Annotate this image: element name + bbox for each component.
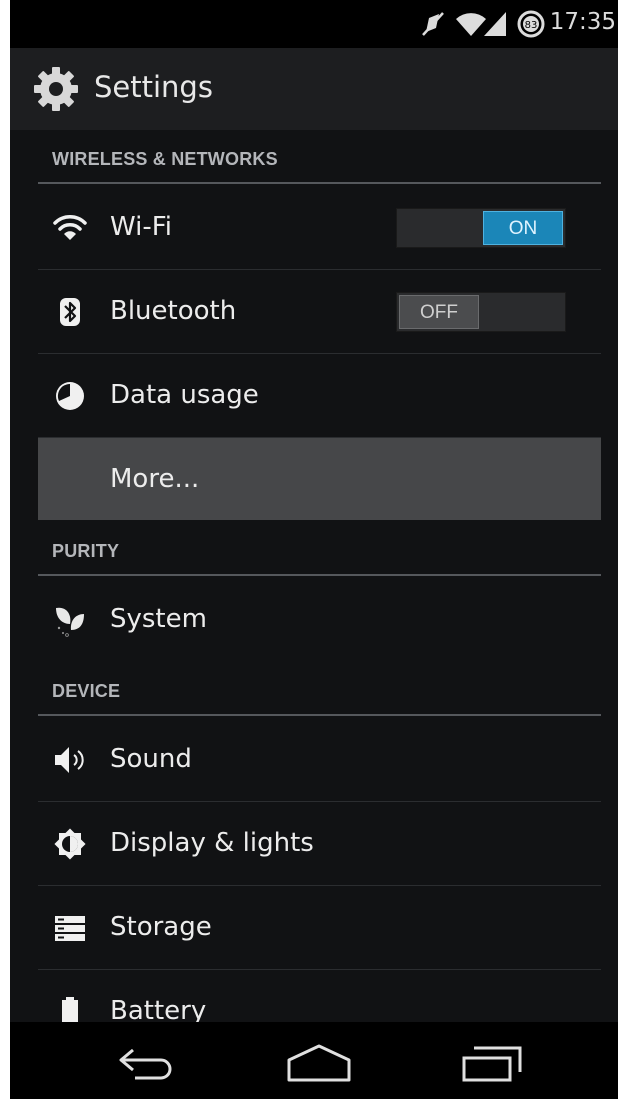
section-title: PURITY [52,541,120,561]
section-divider [38,182,601,184]
home-button-icon[interactable] [284,1040,354,1084]
storage-icon [55,916,85,941]
settings-item-label: Storage [110,912,212,942]
settings-item-wifi[interactable]: Wi-Fi ON [38,186,601,270]
settings-item-label: Wi-Fi [110,212,173,242]
muted-icon [422,12,444,36]
settings-item-label: System [110,604,207,634]
toggle-state: OFF [399,295,479,329]
data-usage-icon [56,382,84,410]
status-time: 17:35 [549,9,616,35]
phone-screen: 83 17:35 Settings WIRELESS & NETWORKS Wi… [10,0,618,1099]
bluetooth-toggle[interactable]: OFF [396,292,566,332]
leaf-icon [56,607,84,637]
settings-item-sound[interactable]: Sound [38,718,601,802]
settings-gear-icon[interactable] [32,65,80,113]
wifi-toggle[interactable]: ON [396,208,566,248]
toggle-state: ON [483,211,563,245]
settings-item-data-usage[interactable]: Data usage [38,354,601,438]
status-bar: 83 17:35 [10,0,618,48]
section-header-device: DEVICE [38,662,601,716]
settings-item-label: More... [110,464,200,494]
section-header-purity: PURITY [38,522,601,576]
section-divider [38,574,601,576]
settings-list: WIRELESS & NETWORKS Wi-Fi ON Bluetooth O… [10,130,618,1028]
speaker-icon [55,747,84,773]
back-button-icon[interactable] [113,1040,183,1084]
settings-item-system[interactable]: System [38,578,601,662]
settings-item-storage[interactable]: Storage [38,886,601,970]
wifi-icon [53,215,87,240]
page-title: Settings [94,70,213,104]
bluetooth-icon [60,298,80,326]
cell-signal-icon [484,12,506,36]
settings-item-label: Data usage [110,380,259,410]
svg-text:83: 83 [525,20,538,31]
section-title: DEVICE [52,681,121,701]
action-bar: Settings [10,48,618,130]
settings-item-bluetooth[interactable]: Bluetooth OFF [38,270,601,354]
recents-button-icon[interactable] [456,1040,526,1084]
settings-item-label: Display & lights [110,828,314,858]
settings-item-label: Bluetooth [110,296,237,326]
settings-item-display[interactable]: Display & lights [38,802,601,886]
settings-item-more[interactable]: More... [38,438,601,520]
settings-item-label: Sound [110,744,192,774]
battery-icon: 83 [517,10,545,38]
section-header-wireless: WIRELESS & NETWORKS [38,130,601,184]
section-title: WIRELESS & NETWORKS [52,149,278,169]
navigation-bar [10,1022,618,1099]
section-divider [38,714,601,716]
brightness-icon [54,828,86,860]
